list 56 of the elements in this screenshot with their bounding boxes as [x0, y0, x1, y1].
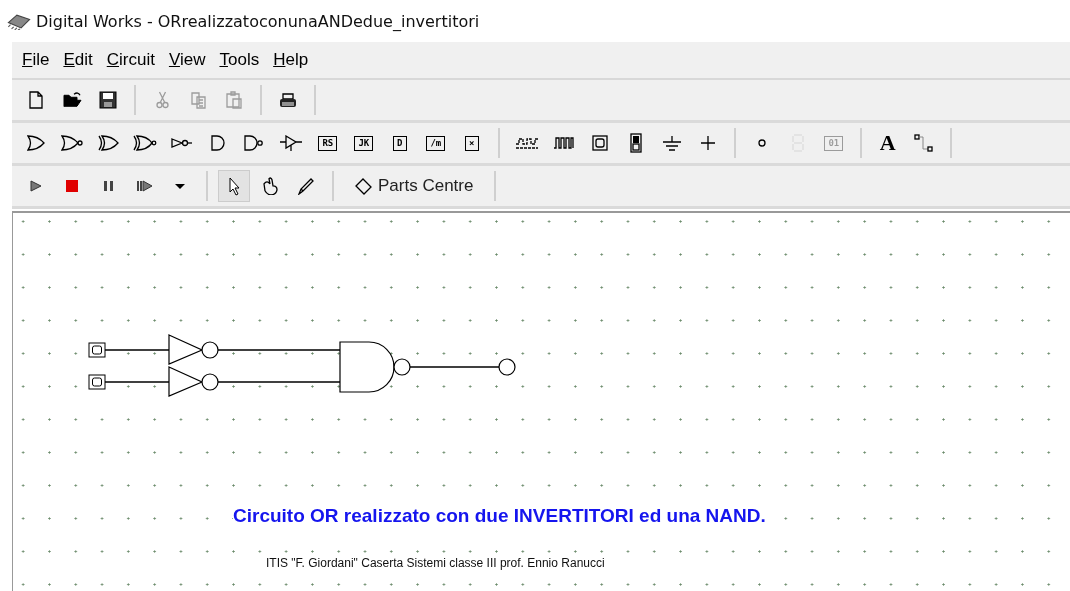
- pulse-train-icon: [553, 137, 575, 149]
- credits-label: ITIS "F. Giordani" Caserta Sistemi classe III prof. Ennio Ranucci: [266, 556, 605, 570]
- led-icon: [757, 139, 766, 147]
- pause-icon: [102, 180, 114, 192]
- menu-item[interactable]: File: [16, 50, 56, 70]
- input-switch[interactable]: [88, 374, 106, 390]
- caret-icon: [174, 182, 186, 190]
- scissors-icon: [155, 91, 169, 109]
- nand-gate[interactable]: [339, 341, 411, 393]
- pointer-icon: [228, 176, 240, 196]
- buffer-icon: [278, 134, 303, 152]
- component-button[interactable]: /m: [419, 127, 452, 159]
- not-gate[interactable]: [168, 366, 219, 397]
- text-tool-button[interactable]: A: [871, 127, 904, 159]
- xor-gate-icon: [97, 135, 119, 151]
- menu-item[interactable]: Help: [267, 50, 315, 70]
- wire: [104, 381, 170, 383]
- plus-icon: [699, 135, 716, 151]
- save-icon: [99, 91, 117, 109]
- component-button[interactable]: RS: [311, 127, 344, 159]
- tag-icon: [355, 177, 372, 195]
- menu-item[interactable]: Edit: [57, 50, 99, 70]
- pointer-button[interactable]: [218, 170, 250, 202]
- component-button[interactable]: ×: [455, 127, 488, 159]
- parts-centre-button[interactable]: Parts Centre: [344, 170, 485, 202]
- step-icon: [135, 180, 153, 192]
- menu-item[interactable]: View: [162, 50, 212, 70]
- and-gate-icon: [210, 135, 225, 151]
- not-gate[interactable]: [168, 334, 219, 365]
- paste-icon: [226, 91, 242, 109]
- toggle-switch-icon: [629, 133, 642, 153]
- xnor-gate-icon: [133, 135, 157, 151]
- nand-gate-icon: [244, 135, 264, 151]
- new-file-icon: [29, 91, 43, 109]
- copy-icon: [190, 91, 206, 109]
- play-icon: [30, 180, 42, 192]
- wire: [104, 349, 170, 351]
- stop-icon: [65, 179, 79, 193]
- nor-gate-icon: [61, 135, 83, 151]
- open-folder-icon: [62, 92, 82, 108]
- ground-icon: [661, 135, 682, 151]
- input-switch[interactable]: [88, 342, 106, 358]
- inverter-icon: [170, 138, 193, 148]
- menu-item[interactable]: Circuit: [100, 50, 161, 70]
- component-button[interactable]: D: [383, 127, 416, 159]
- component-button[interactable]: JK: [347, 127, 380, 159]
- window-title: Digital Works - ORrealizzatoconunaANDedue_invertitori: [36, 11, 480, 31]
- chip-icon: [6, 12, 32, 30]
- wire-route-icon: [914, 134, 934, 152]
- menu-item[interactable]: Tools: [213, 50, 266, 70]
- or-gate-icon: [27, 135, 45, 151]
- printer-icon: [279, 92, 297, 108]
- push-switch-icon: [591, 135, 608, 151]
- hand-icon: [262, 176, 278, 196]
- output-probe[interactable]: [498, 358, 516, 376]
- pencil-icon: [298, 177, 314, 195]
